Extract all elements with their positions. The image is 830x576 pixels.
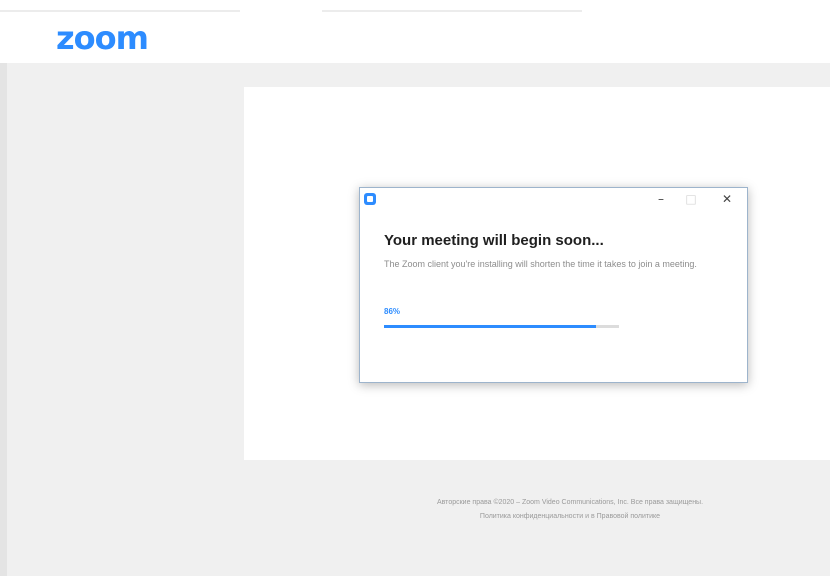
close-button[interactable]: ✕ (714, 190, 740, 208)
progress-percent: 86% (384, 307, 401, 316)
page-left-edge (0, 63, 7, 576)
top-divider (322, 10, 582, 12)
footer-copyright: Авторские права ©2020 – Zoom Video Commu… (436, 499, 704, 506)
top-bar: zoom (0, 0, 830, 63)
minimize-button[interactable]: – (648, 190, 674, 208)
maximize-button: □ (685, 192, 697, 206)
zoom-app-icon (364, 193, 376, 205)
top-divider (0, 10, 240, 12)
dialog-description: The Zoom client you're installing will s… (384, 259, 697, 269)
dialog-title: Your meeting will begin soon... (384, 232, 604, 249)
progress-fill (384, 325, 596, 328)
zoom-logo[interactable]: zoom (56, 18, 149, 58)
progress-bar (384, 325, 619, 328)
footer: Авторские права ©2020 – Zoom Video Commu… (380, 496, 760, 524)
footer-links[interactable]: Политика конфиденциальности и в Правовой… (480, 513, 660, 520)
install-progress-dialog: – □ ✕ Your meeting will begin soon... Th… (359, 187, 748, 383)
